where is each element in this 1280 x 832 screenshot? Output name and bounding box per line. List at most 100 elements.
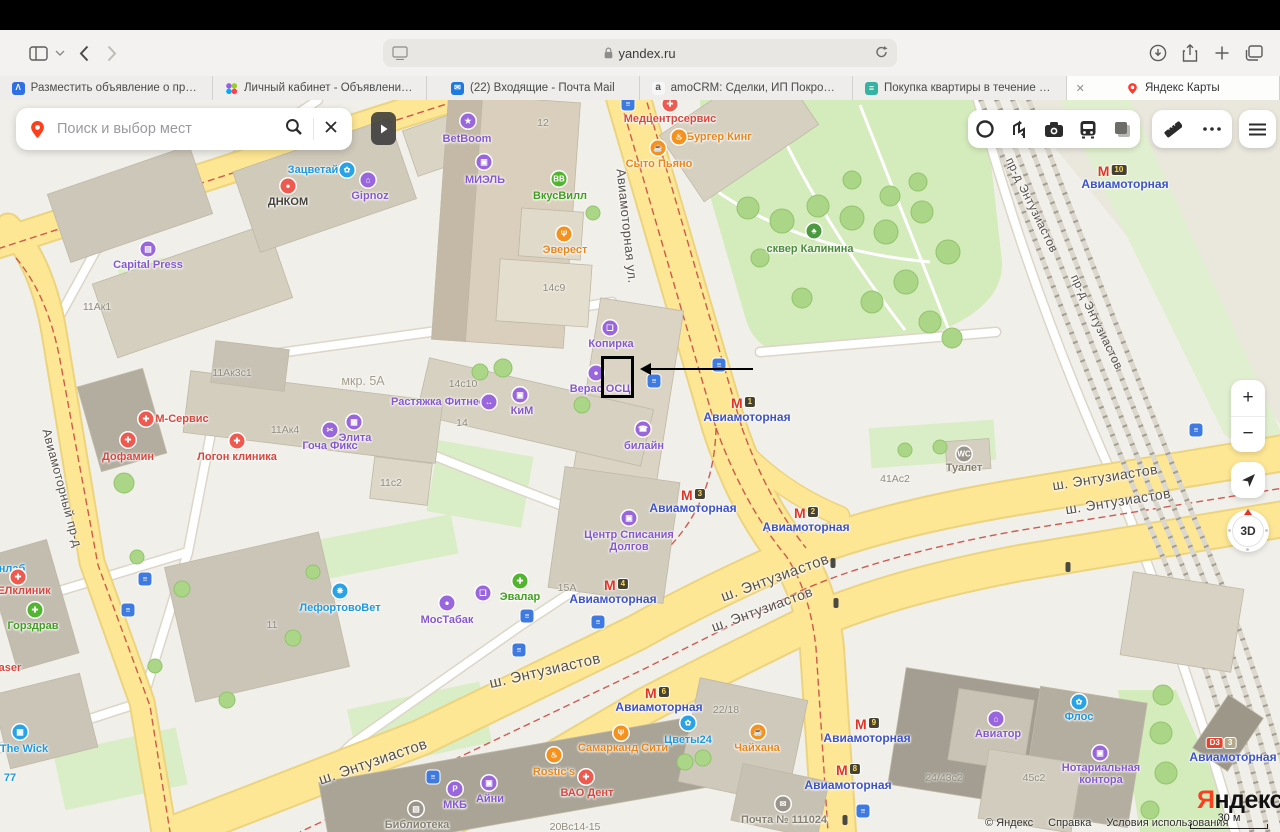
poi-icon[interactable]: ✿ xyxy=(340,163,355,178)
poi-icon[interactable]: ✚ xyxy=(11,570,26,585)
poi-icon[interactable]: ✚ xyxy=(139,412,154,427)
poi-icon[interactable]: ☕ xyxy=(651,141,666,156)
poi-icon[interactable]: ● xyxy=(440,596,455,611)
poi-icon[interactable]: ⌂ xyxy=(989,712,1004,727)
poi-icon[interactable]: ☎ xyxy=(636,422,651,437)
poi-icon[interactable]: Ψ xyxy=(557,227,572,242)
poi-icon[interactable]: ☕ xyxy=(751,725,766,740)
transport-stop-icon[interactable]: ≡ xyxy=(122,604,135,617)
locate-me-button[interactable] xyxy=(1231,462,1265,498)
poi-icon[interactable]: ▤ xyxy=(141,242,156,257)
poi-icon[interactable]: ✉ xyxy=(776,797,791,812)
tab-doc-pokupka[interactable]: Покупка квартиры в течение 2-х... xyxy=(853,76,1066,100)
address-bar[interactable]: yandex.ru xyxy=(383,39,897,67)
back-button[interactable] xyxy=(70,39,98,67)
poi-icon[interactable]: ✿ xyxy=(681,716,696,731)
search-input[interactable] xyxy=(55,120,285,138)
routes-icon[interactable] xyxy=(1005,114,1035,144)
sidebar-toggle-button[interactable] xyxy=(24,39,52,67)
panel-expander-button[interactable] xyxy=(371,112,396,145)
map-canvas[interactable]: + − 3D Яндекс © Яндекс Справка Условия и… xyxy=(0,100,1280,832)
compass-3d-button[interactable]: 3D xyxy=(1227,510,1269,552)
poi-icon[interactable]: ▦ xyxy=(347,415,362,430)
help-link[interactable]: Справка xyxy=(1048,817,1091,829)
transport-stop-icon[interactable]: ≡ xyxy=(139,573,152,586)
ruler-icon[interactable] xyxy=(1157,114,1187,144)
transport-stop-icon[interactable]: ≡ xyxy=(513,644,526,657)
traffic-icon[interactable] xyxy=(970,114,1000,144)
yandex-logo[interactable]: Яндекс xyxy=(1197,786,1280,815)
tab-yandex-maps[interactable]: ✕ Яндекс Карты xyxy=(1067,76,1280,100)
menu-button[interactable] xyxy=(1239,110,1276,148)
poi-icon[interactable]: ✚ xyxy=(513,574,528,589)
poi-icon[interactable]: ✚ xyxy=(121,433,136,448)
poi-icon[interactable]: ↔ xyxy=(482,395,497,410)
poi-icon[interactable]: ▣ xyxy=(513,388,528,403)
transport-bus-icon[interactable] xyxy=(1073,114,1103,144)
metro-marker[interactable]: D33 xyxy=(1207,738,1236,748)
transport-stop-icon[interactable]: ≡ xyxy=(521,610,534,623)
more-options-icon[interactable] xyxy=(1197,114,1227,144)
tab-amocrm[interactable]: amoCRM: Сделки, ИП Покровский xyxy=(640,76,853,100)
reload-button[interactable] xyxy=(875,45,888,62)
tab-m2-listing[interactable]: Разместить объявление о продаж... xyxy=(0,76,213,100)
poi-icon[interactable]: ♨ xyxy=(672,130,687,145)
poi-icon[interactable]: ▣ xyxy=(622,511,637,526)
poi-icon[interactable]: ВВ xyxy=(552,172,567,187)
poi-icon[interactable]: ✂ xyxy=(323,423,338,438)
poi-icon[interactable]: ❏ xyxy=(603,321,618,336)
metro-marker[interactable]: М9 xyxy=(855,718,879,730)
tab-overview-button[interactable] xyxy=(1240,39,1268,67)
poi-icon[interactable]: ❏ xyxy=(476,586,491,601)
poi-icon[interactable]: ● xyxy=(281,179,296,194)
transport-stop-icon[interactable]: ≡ xyxy=(622,100,635,111)
poi-icon[interactable]: ❋ xyxy=(333,584,348,599)
poi-icon[interactable]: ✚ xyxy=(28,603,43,618)
poi-icon[interactable]: ★ xyxy=(461,114,476,129)
metro-marker[interactable]: М8 xyxy=(836,764,860,776)
poi-icon[interactable]: Ψ xyxy=(614,726,629,741)
downloads-button[interactable] xyxy=(1144,39,1172,67)
chevron-down-icon[interactable] xyxy=(52,39,68,67)
transport-stop-icon[interactable]: ≡ xyxy=(857,805,870,818)
house-number: 11Ак1 xyxy=(83,301,111,313)
metro-marker[interactable]: М3 xyxy=(681,489,705,501)
new-tab-button[interactable] xyxy=(1208,39,1236,67)
poi-icon[interactable]: ♨ xyxy=(547,748,562,763)
page-settings-icon[interactable] xyxy=(392,45,408,63)
transport-stop-icon[interactable]: ≡ xyxy=(1190,424,1203,437)
metro-marker[interactable]: М4 xyxy=(604,579,628,591)
forward-button[interactable] xyxy=(98,39,126,67)
transport-stop-icon[interactable]: ≡ xyxy=(592,616,605,629)
zoom-out-button[interactable]: − xyxy=(1231,416,1265,453)
poi-icon[interactable]: ▦ xyxy=(13,725,28,740)
metro-marker[interactable]: М1 xyxy=(731,397,755,409)
poi-icon[interactable]: ▣ xyxy=(482,776,497,791)
share-button[interactable] xyxy=(1176,39,1204,67)
metro-marker[interactable]: М10 xyxy=(1098,165,1127,177)
transport-stop-icon[interactable]: ≡ xyxy=(427,771,440,784)
poi-icon[interactable]: ♣ xyxy=(807,224,822,239)
poi-icon[interactable]: ▣ xyxy=(1093,746,1108,761)
close-search-icon[interactable] xyxy=(324,120,338,139)
map-search-bar[interactable] xyxy=(16,108,352,150)
poi-icon[interactable]: Р xyxy=(448,782,463,797)
tab-avito-cabinet[interactable]: Личный кабинет - Объявления - А... xyxy=(213,76,426,100)
poi-icon[interactable]: ▤ xyxy=(409,802,424,817)
poi-icon[interactable]: WC xyxy=(957,447,972,462)
poi-icon[interactable]: ✚ xyxy=(230,434,245,449)
poi-icon[interactable]: ▣ xyxy=(477,155,492,170)
layers-icon[interactable] xyxy=(1108,114,1138,144)
poi-label: МИЭЛЬ xyxy=(465,174,505,186)
transport-stop-icon[interactable]: ≡ xyxy=(648,375,661,388)
poi-icon[interactable]: ✿ xyxy=(1072,695,1087,710)
search-icon[interactable] xyxy=(285,118,303,141)
panoramas-camera-icon[interactable] xyxy=(1039,114,1069,144)
tab-mail-inbox[interactable]: (22) Входящие - Почта Mail xyxy=(427,76,640,100)
poi-icon[interactable]: ⌂ xyxy=(361,173,376,188)
poi-icon[interactable]: ✚ xyxy=(579,770,594,785)
metro-marker[interactable]: М2 xyxy=(794,507,818,519)
metro-marker[interactable]: М6 xyxy=(645,687,669,699)
zoom-in-button[interactable]: + xyxy=(1231,380,1265,416)
close-tab-icon[interactable]: ✕ xyxy=(1076,82,1085,95)
